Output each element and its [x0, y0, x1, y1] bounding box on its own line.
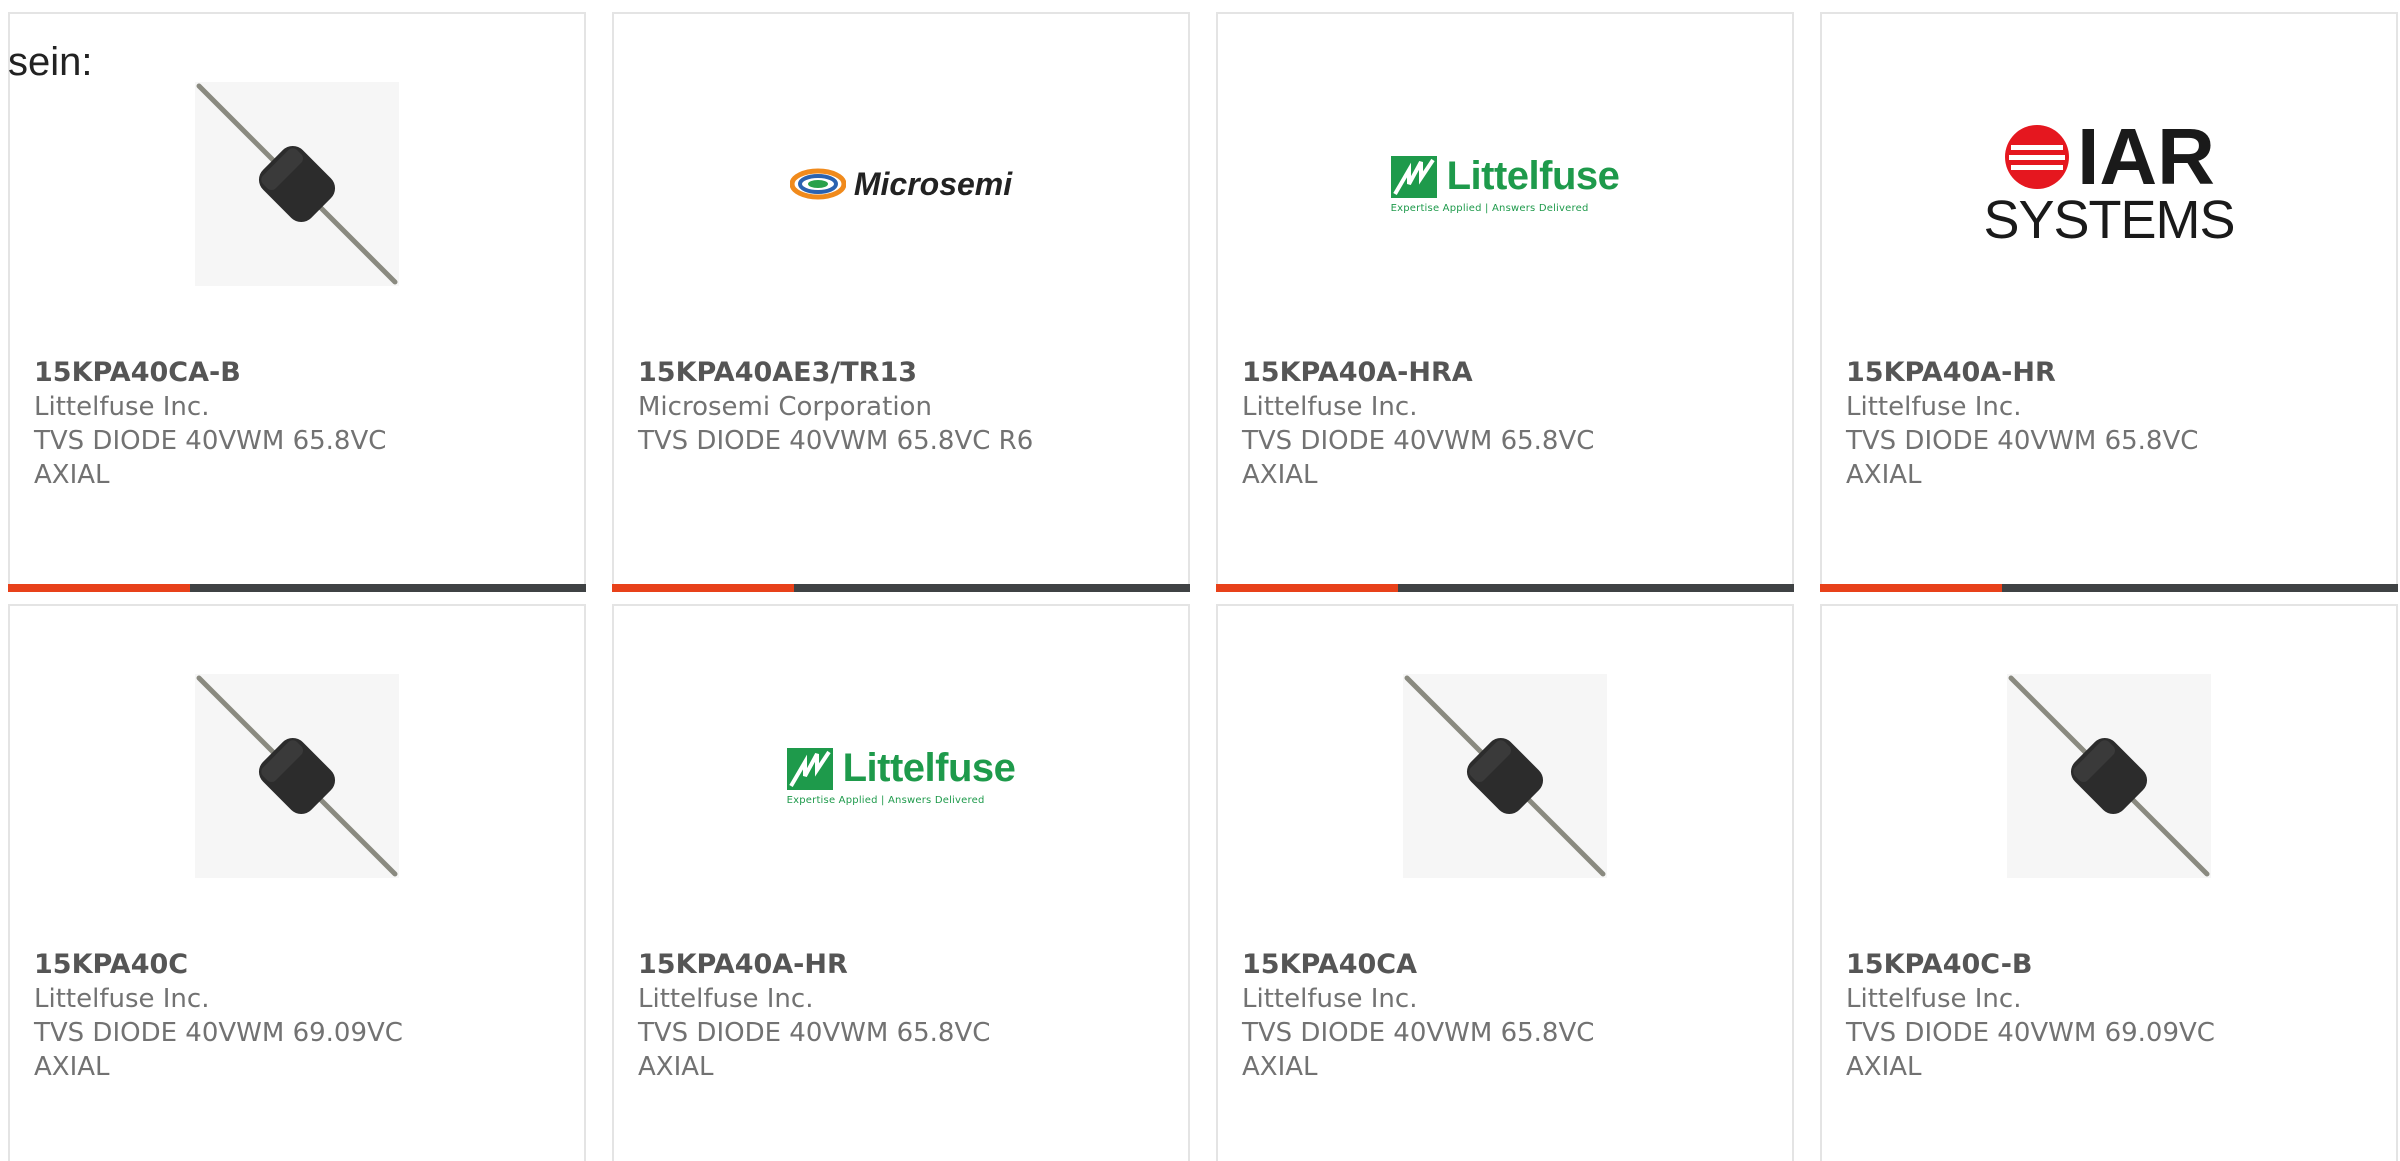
part-number[interactable]: 15KPA40A-HRA: [1242, 356, 1768, 390]
microsemi-logo-text: Microsemi: [853, 165, 1013, 202]
part-number[interactable]: 15KPA40C-B: [1846, 948, 2372, 982]
product-meta: 15KPA40CA-B Littelfuse Inc. TVS DIODE 40…: [34, 356, 560, 492]
manufacturer: Littelfuse Inc.: [638, 984, 814, 1014]
littelfuse-mark-icon: [786, 747, 833, 790]
iar-globe-icon: [2005, 125, 2070, 189]
part-number[interactable]: 15KPA40A-HR: [1846, 356, 2372, 390]
iar-systems-logo: IAR SYSTEMS: [1983, 112, 2235, 250]
product-meta: 15KPA40A-HR Littelfuse Inc. TVS DIODE 40…: [1846, 356, 2372, 492]
microsemi-logo: Microsemi: [789, 165, 1013, 203]
littelfuse-tagline: Expertise Applied | Answers Delivered: [1390, 203, 1589, 214]
product-card[interactable]: Littelfuse Expertise Applied | Answers D…: [612, 604, 1190, 1161]
product-card[interactable]: 15KPA40C-B Littelfuse Inc. TVS DIODE 40V…: [1820, 604, 2398, 1161]
part-number[interactable]: 15KPA40CA-B: [34, 356, 560, 390]
product-image: Littelfuse Expertise Applied | Answers D…: [1218, 82, 1792, 286]
manufacturer: Littelfuse Inc.: [34, 392, 210, 422]
description: TVS DIODE 40VWM 65.8VC AXIAL: [1242, 426, 1595, 490]
description: TVS DIODE 40VWM 69.09VC AXIAL: [1846, 1018, 2215, 1082]
littelfuse-mark-icon: [1390, 155, 1437, 198]
description: TVS DIODE 40VWM 65.8VC R6: [638, 426, 1034, 456]
manufacturer: Littelfuse Inc.: [1846, 984, 2022, 1014]
product-image: Microsemi: [614, 82, 1188, 286]
card-accent-bar: [1820, 584, 2002, 592]
microsemi-swoosh-icon: [789, 168, 846, 200]
card-accent-bar: [8, 584, 190, 592]
product-meta: 15KPA40AE3/TR13 Microsemi Corporation TV…: [638, 356, 1164, 458]
product-image: Littelfuse Expertise Applied | Answers D…: [614, 674, 1188, 878]
product-image: [1218, 674, 1792, 878]
manufacturer: Littelfuse Inc.: [1242, 984, 1418, 1014]
axial-diode-image: [2007, 674, 2211, 878]
product-image: IAR SYSTEMS: [1822, 82, 2396, 286]
manufacturer: Littelfuse Inc.: [1242, 392, 1418, 422]
product-meta: 15KPA40A-HRA Littelfuse Inc. TVS DIODE 4…: [1242, 356, 1768, 492]
description: TVS DIODE 40VWM 65.8VC AXIAL: [1242, 1018, 1595, 1082]
description: TVS DIODE 40VWM 69.09VC AXIAL: [34, 1018, 403, 1082]
card-bottom-bar: [1216, 584, 1794, 592]
part-number[interactable]: 15KPA40CA: [1242, 948, 1768, 982]
littelfuse-logo-text: Littelfuse: [842, 746, 1016, 790]
description: TVS DIODE 40VWM 65.8VC AXIAL: [34, 426, 387, 490]
product-card[interactable]: 15KPA40CA-B Littelfuse Inc. TVS DIODE 40…: [8, 12, 586, 592]
description: TVS DIODE 40VWM 65.8VC AXIAL: [638, 1018, 991, 1082]
product-image: [10, 82, 584, 286]
product-card[interactable]: Microsemi 15KPA40AE3/TR13 Microsemi Corp…: [612, 12, 1190, 592]
part-number[interactable]: 15KPA40C: [34, 948, 560, 982]
product-card[interactable]: 15KPA40CA Littelfuse Inc. TVS DIODE 40VW…: [1216, 604, 1794, 1161]
product-meta: 15KPA40C Littelfuse Inc. TVS DIODE 40VWM…: [34, 948, 560, 1084]
page: 15KPA40CA-B Littelfuse Inc. TVS DIODE 40…: [0, 0, 2400, 1161]
part-number[interactable]: 15KPA40AE3/TR13: [638, 356, 1164, 390]
part-number[interactable]: 15KPA40A-HR: [638, 948, 1164, 982]
littelfuse-logo-text: Littelfuse: [1446, 154, 1620, 198]
product-image: [10, 674, 584, 878]
lead-text: sein:: [8, 40, 93, 84]
product-grid: 15KPA40CA-B Littelfuse Inc. TVS DIODE 40…: [8, 12, 2398, 1161]
product-card[interactable]: IAR SYSTEMS 15KPA40A-HR Littelfuse Inc. …: [1820, 12, 2398, 592]
product-card[interactable]: 15KPA40C Littelfuse Inc. TVS DIODE 40VWM…: [8, 604, 586, 1161]
manufacturer: Littelfuse Inc.: [1846, 392, 2022, 422]
littelfuse-logo: Littelfuse Expertise Applied | Answers D…: [1390, 154, 1620, 214]
axial-diode-image: [1403, 674, 1607, 878]
card-accent-bar: [1216, 584, 1398, 592]
littelfuse-logo: Littelfuse Expertise Applied | Answers D…: [786, 746, 1016, 806]
manufacturer: Littelfuse Inc.: [34, 984, 210, 1014]
product-card[interactable]: Littelfuse Expertise Applied | Answers D…: [1216, 12, 1794, 592]
product-meta: 15KPA40CA Littelfuse Inc. TVS DIODE 40VW…: [1242, 948, 1768, 1084]
iar-logo-text: IAR: [2077, 112, 2215, 201]
manufacturer: Microsemi Corporation: [638, 392, 932, 422]
axial-diode-image: [195, 674, 399, 878]
product-meta: 15KPA40A-HR Littelfuse Inc. TVS DIODE 40…: [638, 948, 1164, 1084]
axial-diode-image: [195, 82, 399, 286]
product-image: [1822, 674, 2396, 878]
card-bottom-bar: [8, 584, 586, 592]
card-bottom-bar: [612, 584, 1190, 592]
card-accent-bar: [612, 584, 794, 592]
card-bottom-bar: [1820, 584, 2398, 592]
iar-logo-subtext: SYSTEMS: [1983, 190, 2235, 250]
description: TVS DIODE 40VWM 65.8VC AXIAL: [1846, 426, 2199, 490]
littelfuse-tagline: Expertise Applied | Answers Delivered: [786, 795, 985, 806]
product-meta: 15KPA40C-B Littelfuse Inc. TVS DIODE 40V…: [1846, 948, 2372, 1084]
